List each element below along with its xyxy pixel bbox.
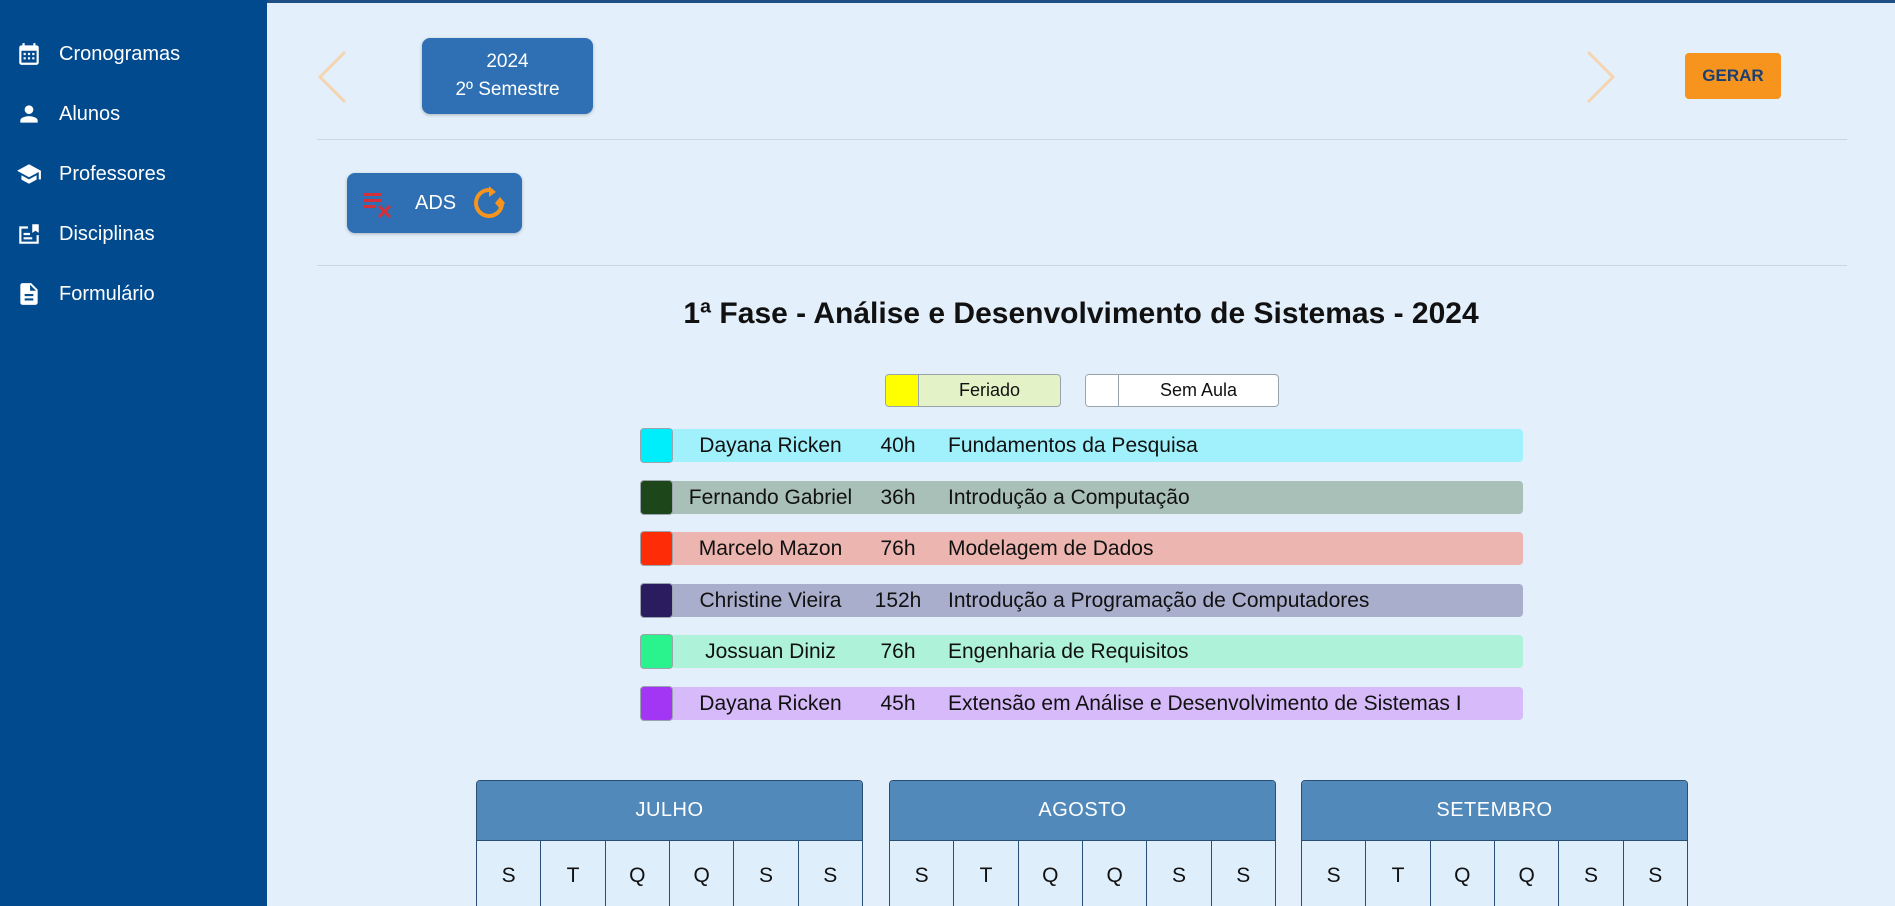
person-icon xyxy=(20,105,38,123)
teacher-hours: 152h xyxy=(874,588,922,612)
legend-label: Feriado xyxy=(958,380,1021,400)
book-icon xyxy=(19,224,39,244)
teacher-color-swatch[interactable] xyxy=(640,634,673,669)
discipline-name: Engenharia de Requisitos xyxy=(948,639,1189,663)
teacher-hours: 40h xyxy=(880,433,916,457)
sidebar-item-formulario[interactable]: Formulário xyxy=(0,264,267,324)
discipline-name: Introdução a Computação xyxy=(948,485,1190,509)
teacher-row[interactable]: Dayana Ricken 45h Extensão em Análise e … xyxy=(640,686,1523,721)
divider xyxy=(317,265,1847,266)
semester-label: 2º Semestre xyxy=(455,79,560,100)
weekday-header: S xyxy=(1147,841,1212,906)
legend-swatch xyxy=(886,375,919,406)
teacher-hours: 45h xyxy=(880,691,916,715)
chevron-left-icon xyxy=(317,50,347,104)
divider xyxy=(317,139,1847,140)
month-calendar-agosto: AGOSTO S T Q Q S S xyxy=(889,780,1276,906)
weekday-header: S xyxy=(1302,841,1367,906)
sidebar-item-label: Cronogramas xyxy=(59,42,181,65)
teacher-row[interactable]: Jossuan Diniz 76h Engenharia de Requisit… xyxy=(640,634,1523,669)
semester-selector[interactable]: 2024 2º Semestre xyxy=(422,38,593,114)
month-header: SETEMBRO xyxy=(1302,781,1687,841)
weekday-header: T xyxy=(541,841,606,906)
weekday-header: S xyxy=(477,841,542,906)
teacher-row[interactable]: Christine Vieira 152h Introdução a Progr… xyxy=(640,583,1523,618)
teacher-row[interactable]: Marcelo Mazon 76h Modelagem de Dados xyxy=(640,531,1523,566)
teacher-row[interactable]: Fernando Gabriel 36h Introdução a Comput… xyxy=(640,480,1523,515)
sidebar-item-label: Disciplinas xyxy=(59,222,155,245)
teacher-color-swatch[interactable] xyxy=(640,686,673,721)
teacher-name: Dayana Ricken xyxy=(699,691,842,715)
refresh-icon[interactable] xyxy=(472,186,506,220)
weekday-header: S xyxy=(1648,864,1663,887)
sidebar-item-alunos[interactable]: Alunos xyxy=(0,84,267,144)
weekday-header: S xyxy=(734,841,799,906)
graduation-cap-icon xyxy=(17,164,41,184)
sidebar-item-label: Formulário xyxy=(59,282,155,305)
weekday-header: Q xyxy=(606,841,670,906)
teacher-name: Christine Vieira xyxy=(699,588,842,612)
teacher-name: Jossuan Diniz xyxy=(705,639,836,663)
weekday-header: S xyxy=(1236,864,1251,887)
previous-semester-button[interactable] xyxy=(315,48,349,106)
course-chip: ADS xyxy=(347,173,522,233)
sidebar-item-disciplinas[interactable]: Disciplinas xyxy=(0,204,267,264)
teacher-hours: 76h xyxy=(880,639,916,663)
weekday-header: S xyxy=(890,841,955,906)
chevron-right-icon xyxy=(1586,50,1616,104)
weekday-header: Q xyxy=(1495,841,1560,906)
sidebar: Cronogramas Alunos Professores Disciplin… xyxy=(0,0,267,906)
legend-feriado: Feriado xyxy=(885,374,1061,407)
next-semester-button[interactable] xyxy=(1584,48,1618,106)
teacher-hours: 76h xyxy=(880,536,916,560)
calendar-icon xyxy=(19,43,39,65)
month-header: JULHO xyxy=(477,781,862,841)
generate-button[interactable]: GERAR xyxy=(1685,53,1781,99)
weekday-header: S xyxy=(1559,841,1624,906)
sidebar-item-label: Professores xyxy=(59,162,166,185)
document-icon xyxy=(20,283,38,305)
teacher-row[interactable]: Dayana Ricken 40h Fundamentos da Pesquis… xyxy=(640,428,1523,463)
teacher-color-swatch[interactable] xyxy=(640,480,673,515)
clear-filter-icon[interactable] xyxy=(361,187,395,219)
sidebar-item-professores[interactable]: Professores xyxy=(0,144,267,204)
month-calendar-julho: JULHO S T Q Q S S xyxy=(476,780,863,906)
month-calendar-setembro: SETEMBRO S T Q Q S S xyxy=(1301,780,1688,906)
course-code: ADS xyxy=(415,191,457,214)
teacher-hours: 36h xyxy=(880,485,916,509)
discipline-name: Extensão em Análise e Desenvolvimento de… xyxy=(948,691,1462,715)
semester-year: 2024 xyxy=(486,51,529,72)
weekday-header: T xyxy=(954,841,1019,906)
page-title: 1ª Fase - Análise e Desenvolvimento de S… xyxy=(683,297,1479,330)
discipline-name: Introdução a Programação de Computadores xyxy=(948,588,1370,612)
weekday-header: Q xyxy=(670,841,735,906)
teacher-color-swatch[interactable] xyxy=(640,531,673,566)
weekday-row: S T Q Q S S xyxy=(1302,841,1687,906)
weekday-header: T xyxy=(1366,841,1431,906)
teacher-name: Marcelo Mazon xyxy=(698,536,843,560)
sidebar-item-label: Alunos xyxy=(59,102,121,125)
teacher-name: Fernando Gabriel xyxy=(688,485,853,509)
weekday-row: S T Q Q S S xyxy=(477,841,862,906)
legend-label: Sem Aula xyxy=(1159,380,1238,400)
legend-sem-aula: Sem Aula xyxy=(1085,374,1279,407)
sidebar-item-cronogramas[interactable]: Cronogramas xyxy=(0,24,267,84)
month-header: AGOSTO xyxy=(890,781,1275,841)
weekday-header: Q xyxy=(1083,841,1148,906)
discipline-name: Fundamentos da Pesquisa xyxy=(948,433,1198,457)
legend-swatch xyxy=(1086,375,1119,406)
weekday-header: S xyxy=(823,864,838,887)
main-content: 2024 2º Semestre GERAR ADS 1ª Fase - Aná… xyxy=(267,0,1895,906)
discipline-name: Modelagem de Dados xyxy=(948,536,1154,560)
weekday-header: Q xyxy=(1019,841,1083,906)
teacher-color-swatch[interactable] xyxy=(640,428,673,463)
teacher-name: Dayana Ricken xyxy=(699,433,842,457)
weekday-header: Q xyxy=(1431,841,1495,906)
teacher-color-swatch[interactable] xyxy=(640,583,673,618)
weekday-row: S T Q Q S S xyxy=(890,841,1275,906)
